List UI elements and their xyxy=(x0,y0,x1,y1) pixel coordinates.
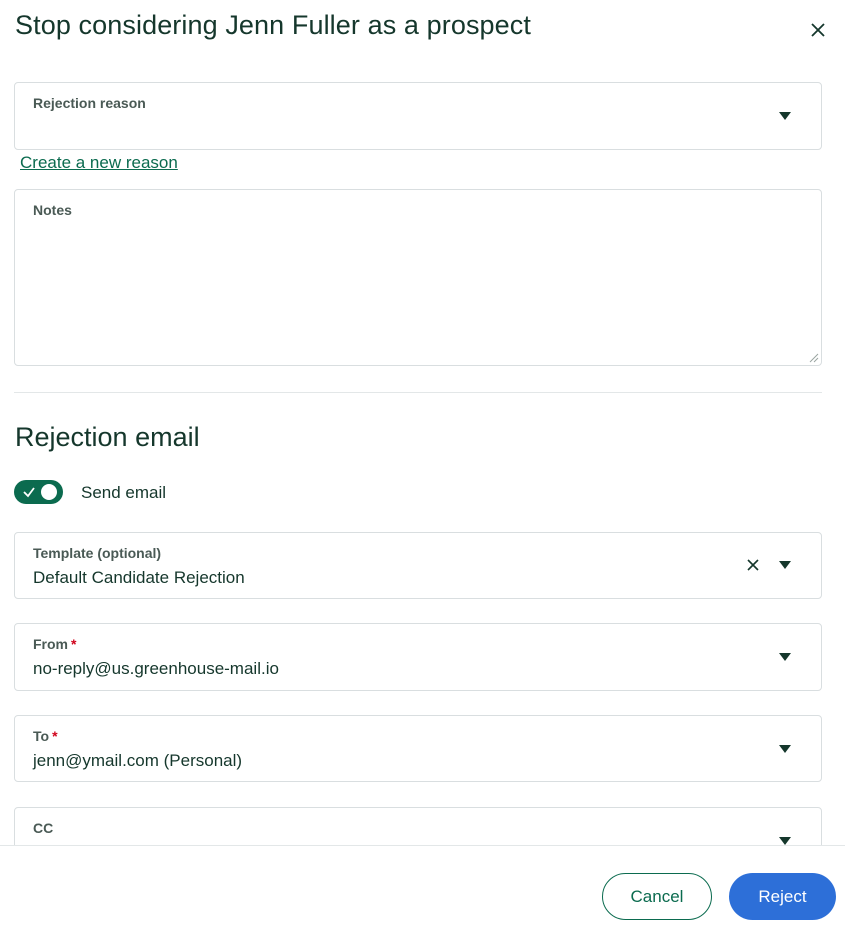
dialog-footer: Cancel Reject xyxy=(0,845,845,932)
chevron-down-icon[interactable] xyxy=(779,653,791,661)
from-select[interactable]: From * no-reply@us.greenhouse-mail.io xyxy=(14,623,822,691)
template-label: Template (optional) xyxy=(33,545,162,561)
chevron-down-icon[interactable] xyxy=(779,112,791,120)
clear-icon[interactable] xyxy=(745,557,761,573)
from-label: From * xyxy=(33,636,76,652)
template-select[interactable]: Template (optional) Default Candidate Re… xyxy=(14,532,822,599)
reject-button[interactable]: Reject xyxy=(729,873,836,920)
rejection-reason-select[interactable]: Rejection reason xyxy=(14,82,822,150)
create-new-reason-link[interactable]: Create a new reason xyxy=(20,153,178,173)
cc-label: CC xyxy=(33,820,54,836)
close-button[interactable] xyxy=(806,18,830,42)
to-label-text: To xyxy=(33,728,50,744)
rejection-reason-label: Rejection reason xyxy=(33,95,146,111)
required-marker: * xyxy=(71,636,77,652)
required-marker: * xyxy=(52,728,58,744)
notes-textarea[interactable]: Notes xyxy=(14,189,822,366)
cancel-button[interactable]: Cancel xyxy=(602,873,712,920)
to-select[interactable]: To * jenn@ymail.com (Personal) xyxy=(14,715,822,782)
to-label: To * xyxy=(33,728,58,744)
toggle-knob xyxy=(41,484,57,500)
section-divider xyxy=(14,392,822,393)
from-label-text: From xyxy=(33,636,68,652)
send-email-label: Send email xyxy=(81,483,167,502)
chevron-down-icon[interactable] xyxy=(779,837,791,845)
close-icon xyxy=(811,23,825,37)
rejection-email-heading: Rejection email xyxy=(15,422,200,452)
send-email-toggle[interactable] xyxy=(14,480,63,504)
chevron-down-icon[interactable] xyxy=(779,561,791,569)
from-value: no-reply@us.greenhouse-mail.io xyxy=(33,659,279,678)
dialog-title: Stop considering Jenn Fuller as a prospe… xyxy=(15,10,531,40)
check-icon xyxy=(23,487,35,498)
template-value: Default Candidate Rejection xyxy=(33,568,245,587)
notes-label: Notes xyxy=(33,202,72,218)
chevron-down-icon[interactable] xyxy=(779,745,791,753)
resize-handle-icon[interactable] xyxy=(807,351,819,363)
reject-prospect-dialog: Stop considering Jenn Fuller as a prospe… xyxy=(0,0,845,932)
to-value: jenn@ymail.com (Personal) xyxy=(33,751,243,770)
